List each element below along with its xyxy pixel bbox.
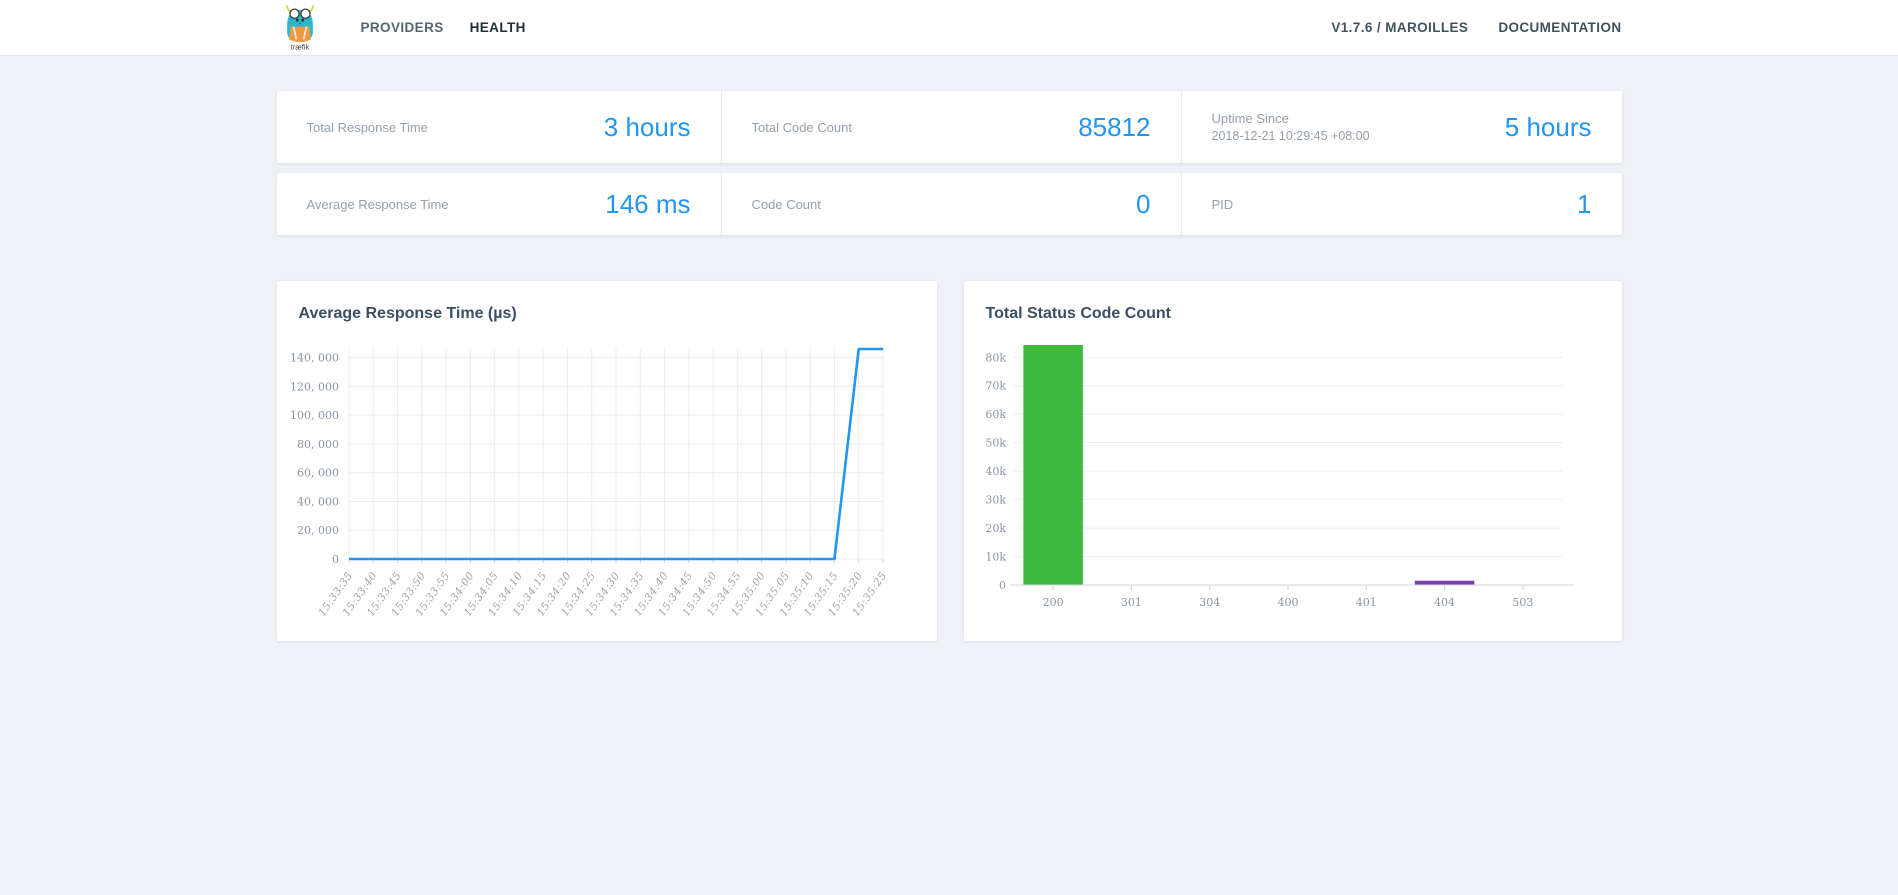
stat-average-response-time: Average Response Time 146 ms xyxy=(277,173,721,235)
svg-text:10k: 10k xyxy=(985,551,1006,564)
svg-text:60, 000: 60, 000 xyxy=(297,467,339,480)
stat-label: Total Response Time xyxy=(306,119,428,135)
svg-text:40k: 40k xyxy=(985,465,1006,478)
svg-text:400: 400 xyxy=(1277,596,1298,609)
svg-text:100, 000: 100, 000 xyxy=(290,409,339,422)
svg-text:70k: 70k xyxy=(985,380,1006,393)
stat-label: Total Code Count xyxy=(751,119,852,135)
nav-link-providers[interactable]: PROVIDERS xyxy=(361,20,444,35)
chart-title-response-time: Average Response Time (µs) xyxy=(298,305,517,322)
traefik-logo[interactable]: træfik xyxy=(277,3,323,53)
status-code-chart: 0 10k 20k 30k 40k 50k 60k 70k 80k 200 301 304 400 401… xyxy=(985,345,1574,609)
nav-link-version[interactable]: V1.7.6 / MAROILLES xyxy=(1331,20,1468,35)
stat-value: 0 xyxy=(1136,188,1151,219)
stat-value: 146 ms xyxy=(605,188,691,219)
stat-value: 1 xyxy=(1577,188,1592,219)
stat-sublabel: 2018-12-21 10:29:45 +08:00 xyxy=(1211,129,1370,143)
response-time-chart: 0 20, 000 40, 000 60, 000 80, 000 100, 000 120… xyxy=(290,347,889,619)
stats-row-1: Total Response Time 3 hours Total Code C… xyxy=(276,91,1622,163)
stat-label: Uptime Since xyxy=(1211,111,1289,126)
svg-text:60k: 60k xyxy=(985,408,1006,421)
svg-text:20, 000: 20, 000 xyxy=(297,524,339,537)
stat-value: 85812 xyxy=(1078,111,1151,142)
svg-text:200: 200 xyxy=(1042,596,1063,609)
svg-text:50k: 50k xyxy=(985,437,1006,450)
svg-text:20k: 20k xyxy=(985,522,1006,535)
traefik-logo-text: træfik xyxy=(290,43,309,51)
stat-value: 3 hours xyxy=(603,111,691,142)
svg-text:140, 000: 140, 000 xyxy=(290,352,339,365)
main-content: Total Response Time 3 hours Total Code C… xyxy=(276,91,1622,641)
svg-text:304: 304 xyxy=(1199,596,1220,609)
stat-uptime-since: Uptime Since 2018-12-21 10:29:45 +08:00 … xyxy=(1180,91,1622,163)
svg-text:40, 000: 40, 000 xyxy=(297,495,339,508)
stat-label: PID xyxy=(1211,196,1234,212)
svg-text:0: 0 xyxy=(999,579,1006,592)
charts-row: Average Response Time (µs) 0 20, 000 40, 0… xyxy=(276,281,1622,641)
svg-text:120, 000: 120, 000 xyxy=(290,380,339,393)
stat-code-count: Code Count 0 xyxy=(720,173,1181,235)
stats-row-2: Average Response Time 146 ms Code Count … xyxy=(276,173,1622,235)
status-code-card: Total Status Code Count 0 10k 20k 30k 40k 50k… xyxy=(963,281,1622,641)
svg-text:301: 301 xyxy=(1120,596,1141,609)
svg-text:503: 503 xyxy=(1512,596,1533,609)
traefik-gopher-icon: træfik xyxy=(284,5,315,51)
svg-text:30k: 30k xyxy=(985,494,1006,507)
stat-label: Average Response Time xyxy=(306,196,449,212)
svg-text:80, 000: 80, 000 xyxy=(297,438,339,451)
chart-title-status-codes: Total Status Code Count xyxy=(985,305,1171,322)
svg-text:0: 0 xyxy=(332,553,339,566)
stat-pid: PID 1 xyxy=(1180,173,1622,235)
svg-text:401: 401 xyxy=(1355,596,1376,609)
svg-text:80k: 80k xyxy=(985,351,1006,364)
stat-total-response-time: Total Response Time 3 hours xyxy=(277,91,721,163)
svg-text:404: 404 xyxy=(1434,596,1455,609)
stat-label: Code Count xyxy=(751,196,821,212)
response-time-card: Average Response Time (µs) 0 20, 000 40, 0… xyxy=(276,281,937,641)
navbar: træfik PROVIDERS HEALTH V1.7.6 / MAROILL… xyxy=(0,0,1898,56)
stat-value: 5 hours xyxy=(1504,111,1592,142)
nav-link-health[interactable]: HEALTH xyxy=(470,20,526,35)
nav-link-documentation[interactable]: DOCUMENTATION xyxy=(1498,20,1621,35)
stat-total-code-count: Total Code Count 85812 xyxy=(720,91,1181,163)
